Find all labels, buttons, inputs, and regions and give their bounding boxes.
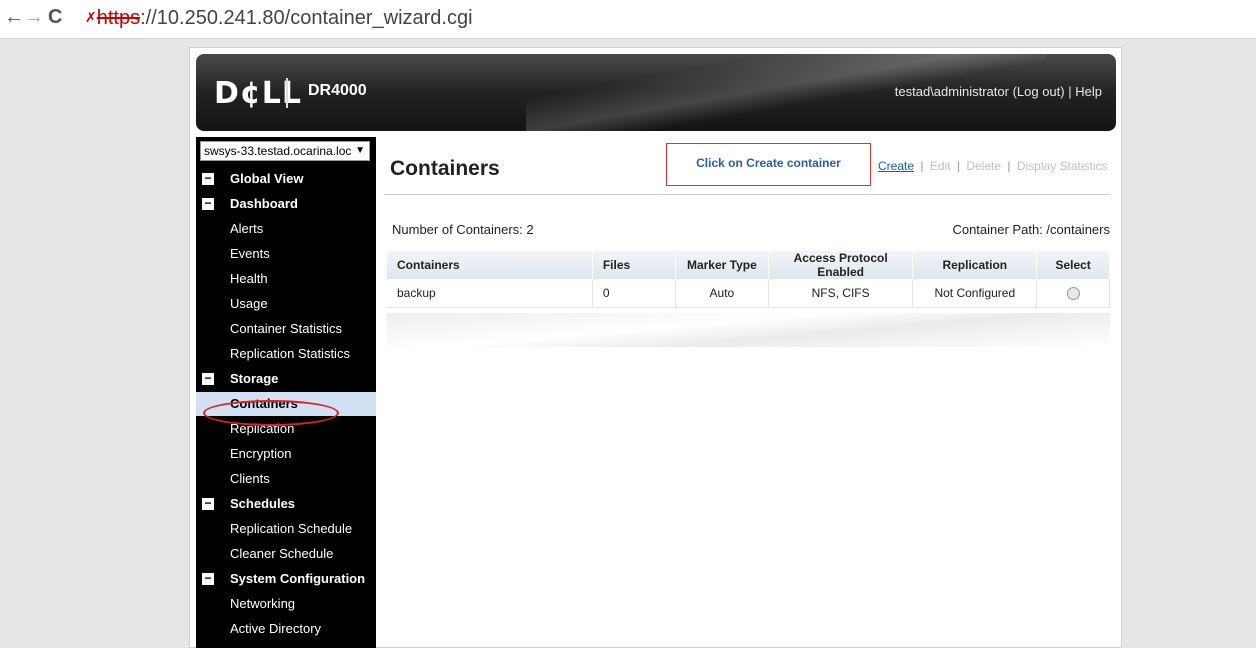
column-header-replication[interactable]: Replication: [912, 251, 1038, 279]
sidebar-item-networking[interactable]: Networking: [196, 592, 376, 616]
sidebar-item-usage[interactable]: Usage: [196, 292, 376, 316]
sidebar-item-label: Networking: [230, 596, 296, 611]
header-banner: D¢LL DR4000 testad\administrator (Log ou…: [196, 54, 1116, 131]
cell-select: [1036, 279, 1110, 308]
action-separator: |: [1007, 159, 1011, 173]
sidebar-item-label: Clients: [230, 471, 270, 486]
title-divider: [384, 194, 1110, 195]
action-links: Create | Edit | Delete | Display Statist…: [878, 159, 1108, 173]
back-arrow-icon[interactable]: ←: [4, 6, 24, 28]
user-bar-separator: |: [1068, 84, 1072, 99]
sidebar-item-label: Alerts: [230, 221, 264, 236]
column-header-containers[interactable]: Containers: [387, 251, 593, 279]
product-name: DR4000: [308, 82, 367, 99]
sidebar-item-label: Global View: [230, 171, 304, 186]
cell-marker-type: Auto: [675, 279, 769, 308]
help-link[interactable]: Help: [1075, 84, 1102, 99]
cell-container-name: backup: [387, 279, 593, 308]
annotation-box: Click on Create container: [666, 143, 871, 186]
system-selector-value: swsys-33.testad.ocarina.loc: [204, 144, 352, 158]
sidebar-item-events[interactable]: Events: [196, 242, 376, 266]
sidebar-item-label: Cleaner Schedule: [230, 546, 334, 561]
sidebar-section-schedules[interactable]: − Schedules: [196, 492, 376, 516]
sidebar-item-label: Encryption: [230, 446, 292, 461]
sidebar-item-replication-schedule[interactable]: Replication Schedule: [196, 517, 376, 541]
cell-files: 0: [592, 279, 676, 308]
create-link[interactable]: Create: [878, 159, 914, 173]
column-header-access-protocol[interactable]: Access Protocol Enabled: [768, 251, 914, 279]
forward-arrow-icon[interactable]: →: [24, 6, 44, 28]
edit-link[interactable]: Edit: [930, 159, 951, 173]
delete-link[interactable]: Delete: [966, 159, 1001, 173]
url-scheme: https: [96, 7, 141, 29]
sidebar-item-label: Active Directory: [230, 621, 322, 636]
sidebar-section-dashboard[interactable]: − Dashboard: [196, 192, 376, 216]
collapse-icon[interactable]: −: [202, 497, 214, 510]
sidebar-item-label: System Configuration: [230, 571, 366, 586]
address-bar[interactable]: ✗https://10.250.241.80/container_wizard.…: [85, 6, 473, 31]
sidebar-item-container-statistics[interactable]: Container Statistics: [196, 317, 376, 341]
table-row[interactable]: backup 0 Auto NFS, CIFS Not Configured: [387, 279, 1110, 308]
container-path: Container Path: /containers: [952, 222, 1110, 237]
sidebar-item-encryption[interactable]: Encryption: [196, 442, 376, 466]
containers-table: Containers Files Marker Type Access Prot…: [387, 251, 1110, 308]
sidebar: swsys-33.testad.ocarina.loc ▼ − Global Vi…: [196, 137, 376, 648]
sidebar-item-alerts[interactable]: Alerts: [196, 217, 376, 241]
system-selector[interactable]: swsys-33.testad.ocarina.loc ▼: [200, 141, 370, 161]
sidebar-item-label: Storage: [230, 371, 279, 386]
sidebar-item-label: Dashboard: [230, 196, 298, 211]
annotation-ellipse: [203, 400, 339, 426]
display-statistics-link[interactable]: Display Statistics: [1017, 159, 1108, 173]
sidebar-item-label: Container Statistics: [230, 321, 342, 336]
cell-replication: Not Configured: [912, 279, 1038, 308]
cell-access-protocol: NFS, CIFS: [768, 279, 914, 308]
sidebar-section-system-configuration[interactable]: − System Configuration: [196, 567, 376, 591]
logo-divider: [286, 78, 288, 108]
dell-logo: D¢LL: [214, 76, 303, 111]
dropdown-arrow-icon: ▼: [355, 145, 365, 156]
sidebar-section-global-view[interactable]: − Global View: [196, 167, 376, 191]
action-separator: |: [920, 159, 924, 173]
page-title: Containers: [390, 157, 500, 180]
sidebar-item-cleaner-schedule[interactable]: Cleaner Schedule: [196, 542, 376, 566]
column-header-files[interactable]: Files: [592, 251, 676, 279]
reload-icon[interactable]: C: [48, 6, 62, 28]
sidebar-item-health[interactable]: Health: [196, 267, 376, 291]
browser-toolbar: ← → C ✗https://10.250.241.80/container_w…: [0, 0, 1256, 39]
sidebar-section-storage[interactable]: − Storage: [196, 367, 376, 391]
user-bar: testad\administrator (Log out) | Help: [895, 84, 1102, 99]
sidebar-item-label: Events: [230, 246, 270, 261]
sidebar-item-active-directory[interactable]: Active Directory: [196, 617, 376, 641]
sidebar-item-label: Replication Schedule: [230, 521, 353, 536]
insecure-lock-icon: ✗: [85, 9, 97, 25]
sidebar-item-clients[interactable]: Clients: [196, 467, 376, 491]
collapse-icon[interactable]: −: [202, 572, 214, 585]
column-header-select: Select: [1036, 251, 1110, 279]
collapse-icon[interactable]: −: [202, 372, 214, 385]
collapse-icon[interactable]: −: [202, 172, 214, 185]
blurred-row-area: [387, 313, 1110, 347]
sidebar-item-label: Usage: [230, 296, 268, 311]
sidebar-item-label: Replication Statistics: [230, 346, 350, 361]
collapse-icon[interactable]: −: [202, 197, 214, 210]
logout-link[interactable]: (Log out): [1013, 84, 1065, 99]
user-name: testad\administrator: [894, 84, 1009, 99]
container-count: Number of Containers: 2: [392, 222, 534, 237]
sidebar-item-label: Health: [230, 271, 268, 286]
select-radio[interactable]: [1066, 287, 1080, 301]
table-header-row: Containers Files Marker Type Access Prot…: [387, 251, 1110, 279]
action-separator: |: [956, 159, 960, 173]
sidebar-item-label: Schedules: [230, 496, 296, 511]
column-header-marker-type[interactable]: Marker Type: [675, 251, 769, 279]
url-path: ://10.250.241.80/container_wizard.cgi: [140, 7, 473, 29]
sidebar-item-replication-statistics[interactable]: Replication Statistics: [196, 342, 376, 366]
